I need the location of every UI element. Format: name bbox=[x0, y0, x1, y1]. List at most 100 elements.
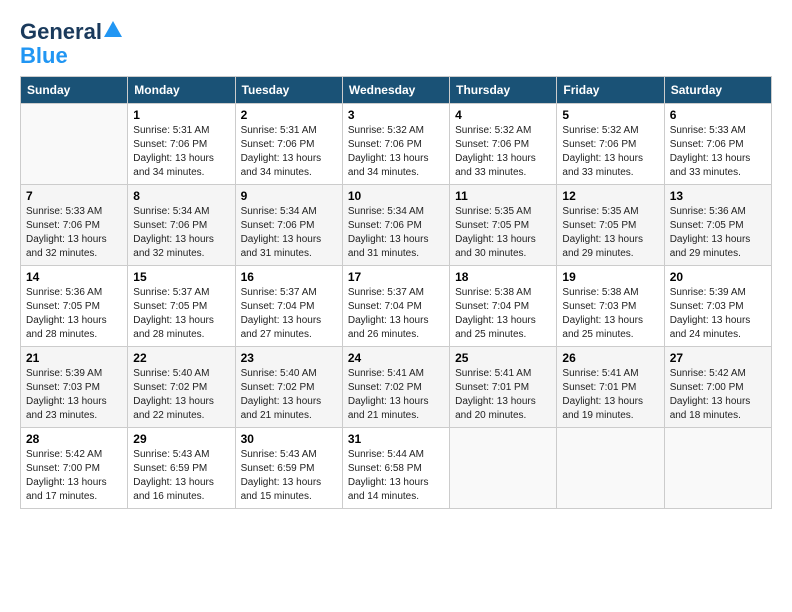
day-cell: 8 Sunrise: 5:34 AMSunset: 7:06 PMDaylight… bbox=[128, 185, 235, 266]
header-friday: Friday bbox=[557, 77, 664, 104]
day-cell bbox=[557, 428, 664, 509]
day-info: Sunrise: 5:41 AMSunset: 7:01 PMDaylight:… bbox=[562, 367, 658, 423]
day-info: Sunrise: 5:40 AMSunset: 7:02 PMDaylight:… bbox=[133, 367, 229, 423]
day-number: 25 bbox=[455, 351, 551, 365]
logo-icon bbox=[104, 20, 122, 38]
day-cell: 21 Sunrise: 5:39 AMSunset: 7:03 PMDayligh… bbox=[21, 347, 128, 428]
header-sunday: Sunday bbox=[21, 77, 128, 104]
header-wednesday: Wednesday bbox=[342, 77, 449, 104]
day-cell bbox=[664, 428, 771, 509]
day-cell: 9Sunrise: 5:34 AMSunset: 7:06 PMDaylight… bbox=[235, 185, 342, 266]
day-info: Sunrise: 5:37 AMSunset: 7:04 PMDaylight:… bbox=[241, 286, 337, 342]
day-info: Sunrise: 5:34 AMSunset: 7:06 PMDaylight:… bbox=[348, 205, 444, 261]
day-info: Sunrise: 5:33 AMSunset: 7:06 PMDaylight:… bbox=[26, 205, 122, 261]
week-row-5: 28Sunrise: 5:42 AMSunset: 7:00 PMDayligh… bbox=[21, 428, 772, 509]
day-cell: 11Sunrise: 5:35 AMSunset: 7:05 PMDayligh… bbox=[450, 185, 557, 266]
day-info: Sunrise: 5:37 AMSunset: 7:05 PMDaylight:… bbox=[133, 286, 229, 342]
day-number: 15 bbox=[133, 270, 229, 284]
day-info: Sunrise: 5:32 AMSunset: 7:06 PMDaylight:… bbox=[455, 124, 551, 180]
day-cell: 26 Sunrise: 5:41 AMSunset: 7:01 PMDayligh… bbox=[557, 347, 664, 428]
day-cell: 14 Sunrise: 5:36 AMSunset: 7:05 PMDayligh… bbox=[21, 266, 128, 347]
day-cell: 23 Sunrise: 5:40 AMSunset: 7:02 PMDayligh… bbox=[235, 347, 342, 428]
day-number: 20 bbox=[670, 270, 766, 284]
day-number: 27 bbox=[670, 351, 766, 365]
logo: General Blue bbox=[20, 20, 122, 68]
week-row-3: 14 Sunrise: 5:36 AMSunset: 7:05 PMDayligh… bbox=[21, 266, 772, 347]
page-header: General Blue bbox=[20, 20, 772, 68]
day-cell bbox=[450, 428, 557, 509]
day-cell: 30 Sunrise: 5:43 AMSunset: 6:59 PMDayligh… bbox=[235, 428, 342, 509]
day-info: Sunrise: 5:31 AMSunset: 7:06 PMDaylight:… bbox=[133, 124, 229, 180]
day-cell: 4 Sunrise: 5:32 AMSunset: 7:06 PMDaylight… bbox=[450, 104, 557, 185]
calendar-table: SundayMondayTuesdayWednesdayThursdayFrid… bbox=[20, 76, 772, 509]
day-number: 29 bbox=[133, 432, 229, 446]
day-cell: 28Sunrise: 5:42 AMSunset: 7:00 PMDayligh… bbox=[21, 428, 128, 509]
day-info: Sunrise: 5:41 AMSunset: 7:02 PMDaylight:… bbox=[348, 367, 444, 423]
day-info: Sunrise: 5:37 AMSunset: 7:04 PMDaylight:… bbox=[348, 286, 444, 342]
day-info: Sunrise: 5:34 AMSunset: 7:06 PMDaylight:… bbox=[133, 205, 229, 261]
day-number: 12 bbox=[562, 189, 658, 203]
day-cell: 22 Sunrise: 5:40 AMSunset: 7:02 PMDayligh… bbox=[128, 347, 235, 428]
day-cell: 19 Sunrise: 5:38 AMSunset: 7:03 PMDayligh… bbox=[557, 266, 664, 347]
day-cell: 25 Sunrise: 5:41 AMSunset: 7:01 PMDayligh… bbox=[450, 347, 557, 428]
day-info: Sunrise: 5:34 AMSunset: 7:06 PMDaylight:… bbox=[241, 205, 337, 261]
day-info: Sunrise: 5:33 AMSunset: 7:06 PMDaylight:… bbox=[670, 124, 766, 180]
day-info: Sunrise: 5:36 AMSunset: 7:05 PMDaylight:… bbox=[26, 286, 122, 342]
day-info: Sunrise: 5:31 AMSunset: 7:06 PMDaylight:… bbox=[241, 124, 337, 180]
day-number: 26 bbox=[562, 351, 658, 365]
day-number: 6 bbox=[670, 108, 766, 122]
day-info: Sunrise: 5:35 AMSunset: 7:05 PMDaylight:… bbox=[455, 205, 551, 261]
day-cell: 27 Sunrise: 5:42 AMSunset: 7:00 PMDayligh… bbox=[664, 347, 771, 428]
day-info: Sunrise: 5:43 AMSunset: 6:59 PMDaylight:… bbox=[133, 448, 229, 504]
day-info: Sunrise: 5:39 AMSunset: 7:03 PMDaylight:… bbox=[26, 367, 122, 423]
day-cell: 29 Sunrise: 5:43 AMSunset: 6:59 PMDayligh… bbox=[128, 428, 235, 509]
logo-general: General bbox=[20, 20, 102, 44]
day-cell: 12Sunrise: 5:35 AMSunset: 7:05 PMDayligh… bbox=[557, 185, 664, 266]
day-cell: 13Sunrise: 5:36 AMSunset: 7:05 PMDayligh… bbox=[664, 185, 771, 266]
day-cell: 17 Sunrise: 5:37 AMSunset: 7:04 PMDayligh… bbox=[342, 266, 449, 347]
day-info: Sunrise: 5:43 AMSunset: 6:59 PMDaylight:… bbox=[241, 448, 337, 504]
day-info: Sunrise: 5:41 AMSunset: 7:01 PMDaylight:… bbox=[455, 367, 551, 423]
day-info: Sunrise: 5:38 AMSunset: 7:03 PMDaylight:… bbox=[562, 286, 658, 342]
week-row-4: 21 Sunrise: 5:39 AMSunset: 7:03 PMDayligh… bbox=[21, 347, 772, 428]
day-number: 17 bbox=[348, 270, 444, 284]
calendar-header-row: SundayMondayTuesdayWednesdayThursdayFrid… bbox=[21, 77, 772, 104]
day-cell: 7 Sunrise: 5:33 AMSunset: 7:06 PMDaylight… bbox=[21, 185, 128, 266]
day-cell: 10 Sunrise: 5:34 AMSunset: 7:06 PMDayligh… bbox=[342, 185, 449, 266]
day-info: Sunrise: 5:42 AMSunset: 7:00 PMDaylight:… bbox=[670, 367, 766, 423]
day-number: 22 bbox=[133, 351, 229, 365]
day-info: Sunrise: 5:40 AMSunset: 7:02 PMDaylight:… bbox=[241, 367, 337, 423]
day-number: 14 bbox=[26, 270, 122, 284]
day-number: 10 bbox=[348, 189, 444, 203]
day-number: 31 bbox=[348, 432, 444, 446]
day-number: 23 bbox=[241, 351, 337, 365]
day-info: Sunrise: 5:32 AMSunset: 7:06 PMDaylight:… bbox=[348, 124, 444, 180]
day-cell: 1Sunrise: 5:31 AMSunset: 7:06 PMDaylight… bbox=[128, 104, 235, 185]
day-info: Sunrise: 5:39 AMSunset: 7:03 PMDaylight:… bbox=[670, 286, 766, 342]
week-row-2: 7 Sunrise: 5:33 AMSunset: 7:06 PMDaylight… bbox=[21, 185, 772, 266]
day-number: 21 bbox=[26, 351, 122, 365]
day-number: 30 bbox=[241, 432, 337, 446]
day-cell: 18Sunrise: 5:38 AMSunset: 7:04 PMDayligh… bbox=[450, 266, 557, 347]
day-cell: 15 Sunrise: 5:37 AMSunset: 7:05 PMDayligh… bbox=[128, 266, 235, 347]
day-number: 7 bbox=[26, 189, 122, 203]
day-cell: 3 Sunrise: 5:32 AMSunset: 7:06 PMDaylight… bbox=[342, 104, 449, 185]
day-number: 5 bbox=[562, 108, 658, 122]
day-cell: 6 Sunrise: 5:33 AMSunset: 7:06 PMDaylight… bbox=[664, 104, 771, 185]
day-number: 3 bbox=[348, 108, 444, 122]
day-cell: 24Sunrise: 5:41 AMSunset: 7:02 PMDayligh… bbox=[342, 347, 449, 428]
day-cell bbox=[21, 104, 128, 185]
day-info: Sunrise: 5:44 AMSunset: 6:58 PMDaylight:… bbox=[348, 448, 444, 504]
week-row-1: 1Sunrise: 5:31 AMSunset: 7:06 PMDaylight… bbox=[21, 104, 772, 185]
day-info: Sunrise: 5:32 AMSunset: 7:06 PMDaylight:… bbox=[562, 124, 658, 180]
day-info: Sunrise: 5:36 AMSunset: 7:05 PMDaylight:… bbox=[670, 205, 766, 261]
logo-blue: Blue bbox=[20, 44, 68, 68]
header-monday: Monday bbox=[128, 77, 235, 104]
day-number: 16 bbox=[241, 270, 337, 284]
header-saturday: Saturday bbox=[664, 77, 771, 104]
day-number: 18 bbox=[455, 270, 551, 284]
day-number: 19 bbox=[562, 270, 658, 284]
day-cell: 20 Sunrise: 5:39 AMSunset: 7:03 PMDayligh… bbox=[664, 266, 771, 347]
day-number: 8 bbox=[133, 189, 229, 203]
day-number: 4 bbox=[455, 108, 551, 122]
